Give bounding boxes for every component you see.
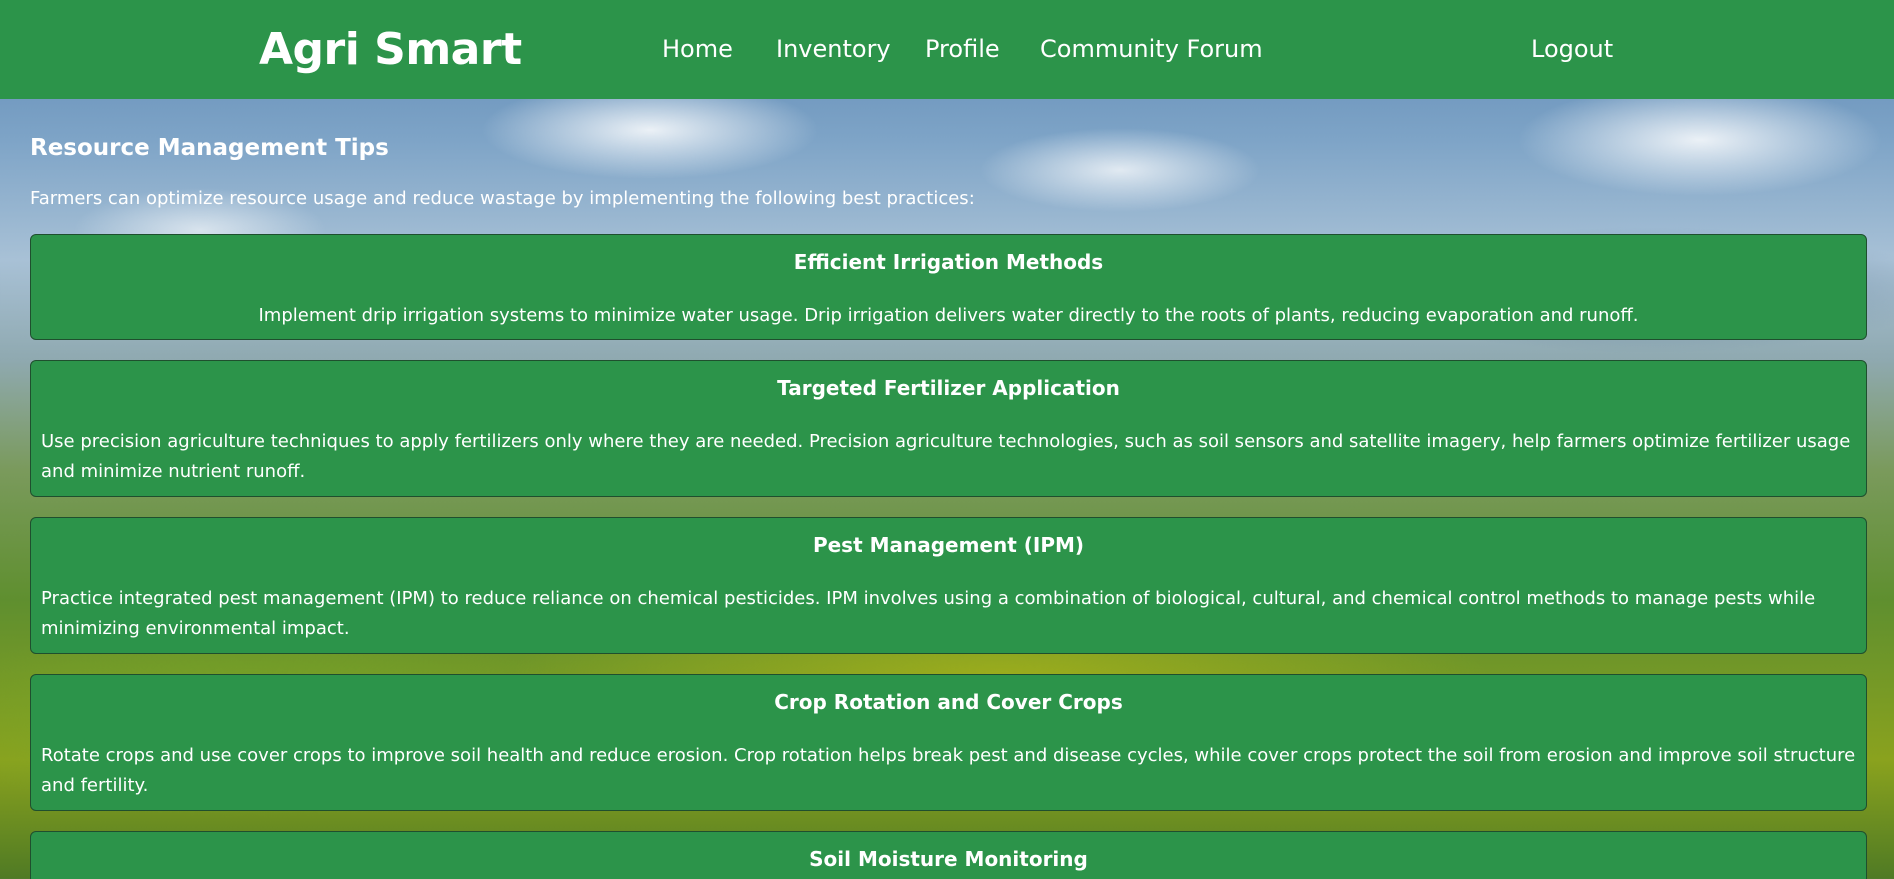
tip-card-pest-management: Pest Management (IPM) Practice integrate… xyxy=(30,517,1867,654)
tip-title: Targeted Fertilizer Application xyxy=(777,376,1120,400)
intro-text: Farmers can optimize resource usage and … xyxy=(30,188,975,209)
tip-text: Implement drip irrigation systems to min… xyxy=(258,305,1639,326)
nav-link-home[interactable]: Home xyxy=(662,33,733,65)
tip-card-soil-moisture: Soil Moisture Monitoring xyxy=(30,831,1867,879)
nav-link-profile[interactable]: Profile xyxy=(925,33,1000,65)
tip-text: Use precision agriculture techniques to … xyxy=(41,431,1851,482)
nav-link-inventory[interactable]: Inventory xyxy=(776,33,891,65)
tip-card-crop-rotation: Crop Rotation and Cover Crops Rotate cro… xyxy=(30,674,1867,811)
tip-title: Crop Rotation and Cover Crops xyxy=(774,690,1123,714)
tip-title: Soil Moisture Monitoring xyxy=(809,847,1088,871)
logout-link[interactable]: Logout xyxy=(1531,33,1613,65)
tip-title: Pest Management (IPM) xyxy=(812,533,1085,557)
top-navbar: Agri Smart Home Inventory Profile Commun… xyxy=(0,0,1894,99)
tip-text: Practice integrated pest management (IPM… xyxy=(41,588,1816,639)
nav-link-community-forum[interactable]: Community Forum xyxy=(1040,33,1263,65)
page-title: Resource Management Tips xyxy=(30,135,389,161)
brand-logo[interactable]: Agri Smart xyxy=(259,22,522,78)
tip-card-fertilizer: Targeted Fertilizer Application Use prec… xyxy=(30,360,1867,497)
tip-text: Rotate crops and use cover crops to impr… xyxy=(41,745,1856,796)
tip-card-irrigation: Efficient Irrigation Methods Implement d… xyxy=(30,234,1867,340)
tip-title: Efficient Irrigation Methods xyxy=(793,250,1104,274)
